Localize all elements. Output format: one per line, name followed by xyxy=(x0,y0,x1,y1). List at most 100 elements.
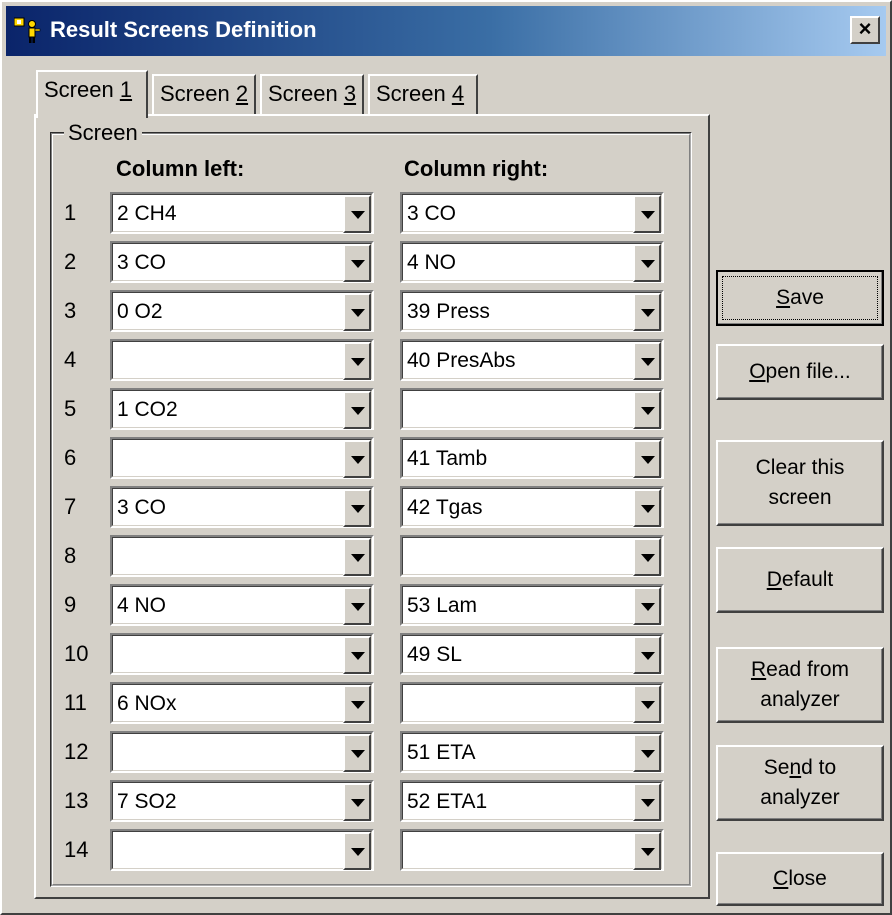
dropdown-button[interactable] xyxy=(633,195,661,233)
combo-field[interactable]: 0 O2 xyxy=(112,292,372,331)
read-from-analyzer-label: Read from analyzer xyxy=(750,658,850,711)
combo-field[interactable]: 41 Tamb xyxy=(402,439,662,478)
left-column-combo[interactable]: 3 CO xyxy=(110,486,374,528)
close-button[interactable]: Close xyxy=(716,852,884,906)
tab-screen-1[interactable]: Screen 1 xyxy=(36,70,148,118)
combo-field[interactable] xyxy=(402,831,662,870)
dropdown-button[interactable] xyxy=(633,440,661,478)
left-column-combo[interactable]: 7 SO2 xyxy=(110,780,374,822)
left-column-combo[interactable]: 2 CH4 xyxy=(110,192,374,234)
combo-field[interactable] xyxy=(112,635,372,674)
combo-field[interactable] xyxy=(112,439,372,478)
right-column-combo[interactable]: 51 ETA xyxy=(400,731,664,773)
right-column-combo[interactable] xyxy=(400,829,664,871)
dropdown-button[interactable] xyxy=(343,587,371,625)
dropdown-button[interactable] xyxy=(633,538,661,576)
left-column-combo[interactable] xyxy=(110,535,374,577)
right-column-combo[interactable] xyxy=(400,682,664,724)
dropdown-button[interactable] xyxy=(343,538,371,576)
combo-field[interactable] xyxy=(112,537,372,576)
right-column-combo[interactable]: 49 SL xyxy=(400,633,664,675)
dropdown-button[interactable] xyxy=(633,685,661,723)
combo-field[interactable]: 53 Lam xyxy=(402,586,662,625)
dropdown-button[interactable] xyxy=(343,293,371,331)
right-column-combo[interactable]: 3 CO xyxy=(400,192,664,234)
combo-field[interactable]: 42 Tgas xyxy=(402,488,662,527)
left-column-combo[interactable] xyxy=(110,829,374,871)
right-column-combo[interactable]: 53 Lam xyxy=(400,584,664,626)
right-column-combo[interactable]: 42 Tgas xyxy=(400,486,664,528)
left-column-combo[interactable] xyxy=(110,633,374,675)
dropdown-button[interactable] xyxy=(343,832,371,870)
left-column-combo[interactable]: 3 CO xyxy=(110,241,374,283)
dropdown-button[interactable] xyxy=(343,489,371,527)
dropdown-button[interactable] xyxy=(633,587,661,625)
dropdown-button[interactable] xyxy=(343,636,371,674)
close-window-button[interactable]: × xyxy=(850,16,880,44)
dropdown-button[interactable] xyxy=(633,293,661,331)
dropdown-button[interactable] xyxy=(633,244,661,282)
dropdown-button[interactable] xyxy=(633,832,661,870)
left-column-combo[interactable] xyxy=(110,731,374,773)
save-button[interactable]: Save xyxy=(716,270,884,326)
combo-field[interactable]: 51 ETA xyxy=(402,733,662,772)
combo-field[interactable]: 39 Press xyxy=(402,292,662,331)
combo-field[interactable] xyxy=(402,537,662,576)
tab-label-number: 3 xyxy=(343,81,357,106)
dropdown-button[interactable] xyxy=(343,685,371,723)
right-column-combo[interactable]: 39 Press xyxy=(400,290,664,332)
combo-field[interactable] xyxy=(402,684,662,723)
combo-field[interactable]: 1 CO2 xyxy=(112,390,372,429)
dropdown-button[interactable] xyxy=(343,440,371,478)
tab-screen-2[interactable]: Screen 2 xyxy=(152,74,256,114)
open-file-button[interactable]: Open file... xyxy=(716,344,884,400)
combo-field[interactable]: 49 SL xyxy=(402,635,662,674)
left-column-combo[interactable]: 0 O2 xyxy=(110,290,374,332)
dropdown-button[interactable] xyxy=(343,195,371,233)
tab-screen-3[interactable]: Screen 3 xyxy=(260,74,364,114)
left-column-combo[interactable] xyxy=(110,437,374,479)
combo-field[interactable]: 52 ETA1 xyxy=(402,782,662,821)
dropdown-button[interactable] xyxy=(633,391,661,429)
right-column-combo[interactable] xyxy=(400,388,664,430)
left-column-combo[interactable] xyxy=(110,339,374,381)
left-column-combo[interactable]: 1 CO2 xyxy=(110,388,374,430)
dropdown-button[interactable] xyxy=(633,636,661,674)
combo-field[interactable]: 4 NO xyxy=(112,586,372,625)
right-column-combo[interactable]: 40 PresAbs xyxy=(400,339,664,381)
default-button[interactable]: Default xyxy=(716,547,884,613)
dropdown-button[interactable] xyxy=(343,783,371,821)
combo-field[interactable]: 3 CO xyxy=(112,243,372,282)
send-to-analyzer-button[interactable]: Send to analyzer xyxy=(716,745,884,821)
combo-field[interactable]: 3 CO xyxy=(402,194,662,233)
right-column-combo[interactable]: 41 Tamb xyxy=(400,437,664,479)
dropdown-button[interactable] xyxy=(633,783,661,821)
title-bar[interactable]: Result Screens Definition × xyxy=(6,6,886,56)
dropdown-button[interactable] xyxy=(343,342,371,380)
combo-field[interactable]: 6 NOx xyxy=(112,684,372,723)
combo-field[interactable]: 4 NO xyxy=(402,243,662,282)
tab-screen-4[interactable]: Screen 4 xyxy=(368,74,478,114)
combo-field[interactable] xyxy=(402,390,662,429)
combo-field[interactable] xyxy=(112,831,372,870)
combo-field[interactable] xyxy=(112,341,372,380)
left-column-combo[interactable]: 4 NO xyxy=(110,584,374,626)
combo-field[interactable]: 40 PresAbs xyxy=(402,341,662,380)
dropdown-button[interactable] xyxy=(633,734,661,772)
dropdown-button[interactable] xyxy=(343,391,371,429)
right-column-combo[interactable]: 4 NO xyxy=(400,241,664,283)
clear-this-screen-button[interactable]: Clear this screen xyxy=(716,440,884,526)
dropdown-button[interactable] xyxy=(343,244,371,282)
dropdown-button[interactable] xyxy=(633,342,661,380)
dropdown-button[interactable] xyxy=(343,734,371,772)
chevron-down-icon xyxy=(351,407,365,415)
left-column-combo[interactable]: 6 NOx xyxy=(110,682,374,724)
combo-field[interactable]: 3 CO xyxy=(112,488,372,527)
combo-field[interactable]: 2 CH4 xyxy=(112,194,372,233)
right-column-combo[interactable]: 52 ETA1 xyxy=(400,780,664,822)
dropdown-button[interactable] xyxy=(633,489,661,527)
combo-field[interactable]: 7 SO2 xyxy=(112,782,372,821)
right-column-combo[interactable] xyxy=(400,535,664,577)
combo-field[interactable] xyxy=(112,733,372,772)
read-from-analyzer-button[interactable]: Read from analyzer xyxy=(716,647,884,723)
